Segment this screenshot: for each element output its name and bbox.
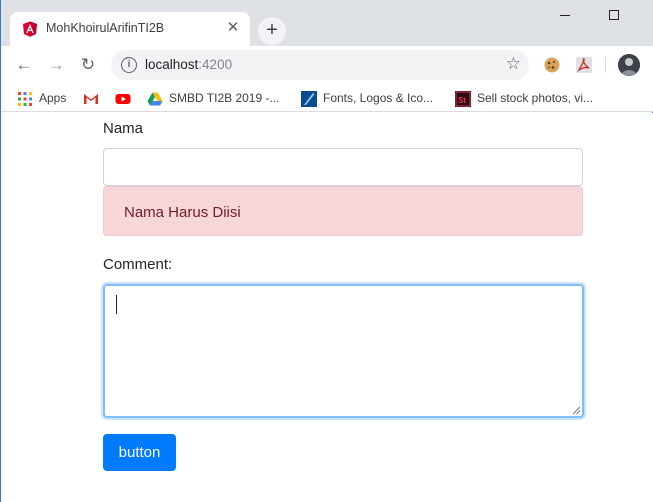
cookie-extension-icon[interactable]	[542, 55, 562, 75]
site-info-icon[interactable]: i	[121, 57, 137, 73]
apps-grid-icon	[18, 91, 32, 106]
reload-icon[interactable]: ↻	[75, 52, 101, 78]
gmail-icon	[84, 93, 98, 104]
bookmark-fonts[interactable]: Fonts, Logos & Ico...	[301, 89, 433, 107]
bookmark-label: Fonts, Logos & Ico...	[323, 91, 434, 105]
browser-window: MohKhoirulArifinTI2B ✕ + ← → ↻ i localho…	[0, 0, 653, 502]
address-url: localhost:4200	[145, 57, 232, 72]
pdf-extension-icon[interactable]	[574, 55, 594, 75]
bookmark-apps[interactable]: Apps	[17, 89, 66, 107]
name-label: Nama	[103, 120, 144, 137]
bookmark-label: Sell stock photos, vi...	[477, 91, 594, 105]
close-tab-icon[interactable]: ✕	[224, 19, 242, 37]
bookmark-label: Apps	[39, 91, 67, 105]
address-port: :4200	[198, 57, 233, 72]
adobe-stock-icon: St	[455, 90, 471, 107]
tab-strip: MohKhoirulArifinTI2B ✕ +	[1, 0, 653, 46]
bookmark-smbd[interactable]: SMBD TI2B 2019 -...	[147, 89, 280, 107]
bookmark-star-icon[interactable]: ☆	[506, 54, 521, 74]
submit-button[interactable]: button	[103, 434, 176, 471]
back-arrow-icon[interactable]: ←	[11, 52, 37, 78]
comment-label: Comment:	[103, 256, 173, 273]
angular-icon	[23, 21, 37, 37]
google-drive-icon	[147, 92, 163, 106]
browser-toolbar: ← → ↻ i localhost:4200 ☆	[1, 46, 653, 84]
bookmark-stock[interactable]: St Sell stock photos, vi...	[455, 89, 593, 107]
svg-text:St: St	[458, 96, 466, 105]
page-content: Nama Nama Harus Diisi Comment: button	[1, 113, 653, 502]
resize-handle-icon[interactable]	[572, 406, 580, 414]
profile-picture-icon	[618, 54, 640, 76]
bookmark-youtube[interactable]	[115, 89, 137, 107]
bookmarks-bar: Apps SMBD TI2B 2019 -... Fonts, Logos & …	[1, 84, 653, 112]
maximize-window-icon[interactable]	[591, 4, 637, 26]
name-error-alert: Nama Harus Diisi	[103, 186, 583, 236]
bookmark-gmail[interactable]	[83, 89, 105, 107]
bookmark-site-icon	[301, 90, 317, 107]
name-input[interactable]	[103, 148, 583, 186]
youtube-icon	[115, 93, 131, 104]
address-host: localhost	[145, 57, 199, 72]
active-tab[interactable]: MohKhoirulArifinTI2B ✕	[10, 12, 250, 46]
profile-avatar[interactable]	[618, 54, 640, 76]
bookmark-label: SMBD TI2B 2019 -...	[169, 91, 280, 105]
new-tab-button[interactable]: +	[258, 17, 286, 45]
toolbar-divider	[605, 57, 606, 73]
tab-title: MohKhoirulArifinTI2B	[46, 21, 165, 35]
minimize-window-icon[interactable]	[542, 4, 588, 26]
forward-arrow-icon[interactable]: →	[43, 52, 69, 78]
comment-textarea[interactable]	[103, 284, 584, 418]
text-caret	[116, 295, 117, 314]
address-bar[interactable]: i localhost:4200 ☆	[111, 50, 529, 80]
